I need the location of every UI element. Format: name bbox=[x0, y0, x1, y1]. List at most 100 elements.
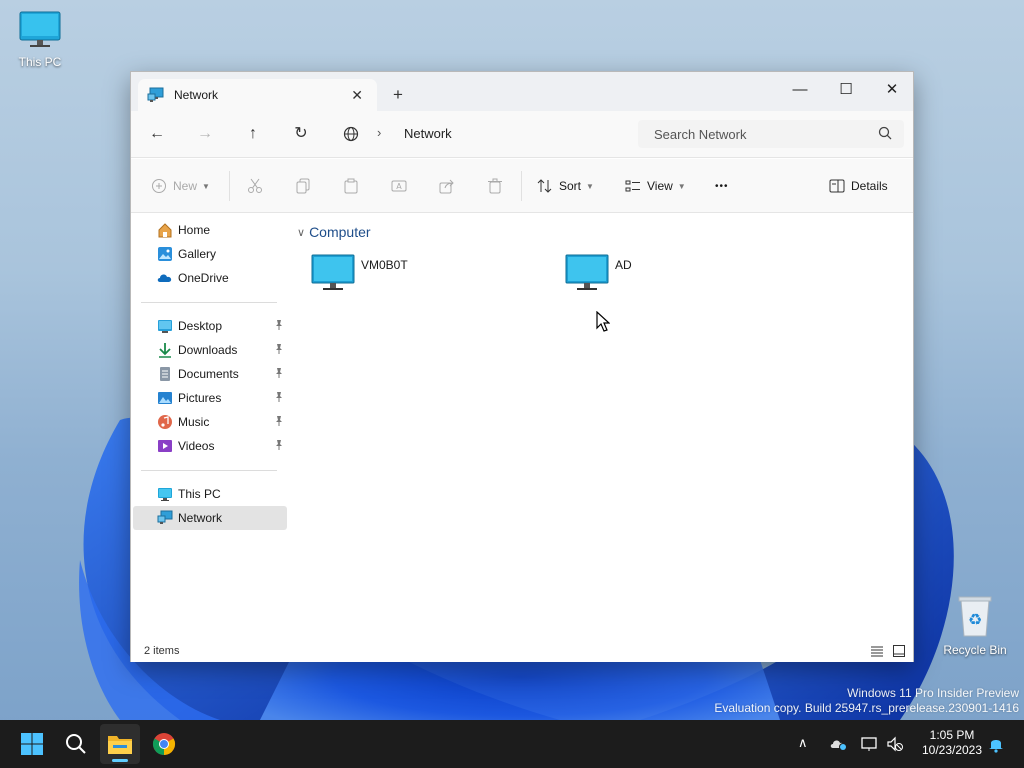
sidebar-item-onedrive[interactable]: OneDrive bbox=[133, 266, 287, 290]
divider bbox=[521, 171, 522, 201]
details-label: Details bbox=[851, 179, 888, 193]
clock-date: 10/23/2023 bbox=[921, 743, 983, 757]
show-hidden-icons-chevron-icon[interactable]: ∧ bbox=[798, 735, 808, 751]
pictures-icon bbox=[158, 392, 172, 404]
close-button[interactable]: ✕ bbox=[869, 76, 915, 104]
pin-icon[interactable] bbox=[273, 439, 285, 451]
delete-button[interactable] bbox=[487, 175, 503, 197]
sidebar-item-gallery[interactable]: Gallery bbox=[133, 242, 287, 266]
watermark-build: Evaluation copy. Build 25947.rs_prerelea… bbox=[714, 701, 1019, 715]
sort-button[interactable]: Sort ▼ bbox=[537, 175, 594, 197]
onedrive-icon bbox=[157, 274, 172, 282]
chevron-down-icon: ∨ bbox=[297, 226, 306, 239]
sidebar-item-downloads[interactable]: Downloads bbox=[133, 338, 287, 362]
large-icons-view-icon[interactable] bbox=[892, 644, 906, 658]
sidebar-item-label: OneDrive bbox=[178, 271, 229, 285]
status-bar: 2 items bbox=[131, 642, 913, 662]
recycle-bin-icon: ♻ bbox=[958, 596, 992, 637]
volume-muted-icon[interactable] bbox=[886, 736, 904, 752]
sidebar-divider bbox=[141, 470, 277, 471]
sidebar-item-desktop[interactable]: Desktop bbox=[133, 314, 287, 338]
new-button[interactable]: New ▼ bbox=[151, 175, 210, 197]
group-header-computer[interactable]: ∨ Computer bbox=[297, 224, 371, 240]
network-computer-item[interactable]: VM0B0T bbox=[311, 253, 408, 297]
pin-icon[interactable] bbox=[273, 319, 285, 331]
sidebar-item-label: Documents bbox=[178, 367, 239, 381]
new-tab-icon[interactable]: + bbox=[393, 85, 403, 105]
taskbar-file-explorer[interactable] bbox=[100, 724, 140, 764]
sidebar-item-music[interactable]: Music bbox=[133, 410, 287, 434]
sidebar-item-pictures[interactable]: Pictures bbox=[133, 386, 287, 410]
divider bbox=[229, 171, 230, 201]
pin-icon[interactable] bbox=[273, 367, 285, 379]
command-bar: New ▼ A Sort ▼ View ▼ ••• Details bbox=[131, 159, 913, 213]
address-breadcrumb[interactable]: Network bbox=[404, 126, 452, 141]
sort-icon bbox=[537, 179, 552, 193]
chevron-down-icon: ▼ bbox=[202, 181, 210, 191]
taskbar-chrome[interactable] bbox=[144, 724, 184, 764]
network-computer-label: AD bbox=[615, 258, 632, 272]
content-pane: ∨ Computer VM0B0T AD bbox=[291, 213, 913, 642]
back-arrow-icon[interactable]: ← bbox=[145, 123, 169, 145]
sidebar-item-label: Gallery bbox=[178, 247, 217, 261]
view-button[interactable]: View ▼ bbox=[625, 175, 686, 197]
pin-icon[interactable] bbox=[273, 391, 285, 403]
search-box[interactable]: Search Network bbox=[638, 120, 904, 148]
view-label: View bbox=[647, 179, 673, 193]
plus-circle-icon bbox=[152, 179, 166, 193]
network-computer-item[interactable]: AD bbox=[565, 253, 632, 297]
pin-icon[interactable] bbox=[273, 415, 285, 427]
onedrive-tray-icon[interactable] bbox=[830, 736, 848, 752]
windows-logo-icon bbox=[21, 733, 43, 755]
more-options-button[interactable]: ••• bbox=[715, 175, 729, 197]
start-button[interactable] bbox=[12, 724, 52, 764]
paste-button[interactable] bbox=[343, 175, 359, 197]
notification-bell-icon[interactable] bbox=[988, 735, 1004, 753]
rename-icon: A bbox=[391, 180, 407, 192]
search-icon bbox=[878, 126, 892, 140]
copy-icon bbox=[296, 178, 310, 194]
sidebar-item-label: Pictures bbox=[178, 391, 222, 405]
network-icon bbox=[157, 510, 173, 524]
sidebar-item-home[interactable]: Home bbox=[133, 218, 287, 242]
sidebar-item-label: Network bbox=[178, 511, 223, 525]
taskbar-search-button[interactable] bbox=[56, 724, 96, 764]
desktop-this-pc[interactable]: This PC bbox=[2, 10, 78, 69]
watermark-edition: Windows 11 Pro Insider Preview bbox=[847, 686, 1019, 700]
search-input[interactable]: Search Network bbox=[654, 127, 746, 142]
copy-button[interactable] bbox=[295, 175, 311, 197]
share-button[interactable] bbox=[439, 175, 455, 197]
sidebar-item-documents[interactable]: Documents bbox=[133, 362, 287, 386]
maximize-button[interactable]: ☐ bbox=[823, 76, 869, 104]
clock-time: 1:05 PM bbox=[929, 728, 975, 742]
taskbar: ∧ 1:05 PM 10/23/2023 bbox=[0, 720, 1024, 768]
display-tray-icon[interactable] bbox=[860, 736, 878, 752]
trash-icon bbox=[488, 178, 502, 194]
sidebar-item-network[interactable]: Network bbox=[133, 506, 287, 530]
sidebar-item-videos[interactable]: Videos bbox=[133, 434, 287, 458]
rename-button[interactable]: A bbox=[391, 175, 407, 197]
details-pane-button[interactable]: Details bbox=[829, 175, 888, 197]
tab-close-icon[interactable]: ✕ bbox=[351, 87, 363, 104]
sidebar-item-this-pc[interactable]: This PC bbox=[133, 482, 287, 506]
desktop-recycle-bin[interactable]: ♻ Recycle Bin bbox=[937, 594, 1013, 657]
network-icon bbox=[147, 87, 164, 102]
forward-arrow-icon[interactable]: → bbox=[193, 123, 217, 145]
details-view-icon[interactable] bbox=[870, 644, 884, 658]
system-clock[interactable]: 1:05 PM 10/23/2023 bbox=[912, 728, 992, 758]
gallery-icon bbox=[158, 247, 172, 261]
pin-icon[interactable] bbox=[273, 343, 285, 355]
view-icon bbox=[625, 180, 640, 192]
new-label: New bbox=[173, 179, 198, 193]
cut-button[interactable] bbox=[247, 175, 263, 197]
minimize-button[interactable]: — bbox=[777, 76, 823, 104]
file-explorer-window: Network ✕ + — ☐ ✕ ← → ↑ ↻ › Network Sear… bbox=[130, 71, 914, 662]
refresh-icon[interactable]: ↻ bbox=[289, 123, 313, 145]
downloads-icon bbox=[159, 343, 171, 358]
up-arrow-icon[interactable]: ↑ bbox=[241, 123, 265, 145]
sort-label: Sort bbox=[559, 179, 582, 193]
breadcrumb-chevron-icon[interactable]: › bbox=[377, 125, 381, 140]
tab-network[interactable]: Network ✕ bbox=[138, 79, 377, 111]
details-pane-icon bbox=[829, 179, 845, 193]
mouse-cursor-icon bbox=[596, 311, 610, 332]
